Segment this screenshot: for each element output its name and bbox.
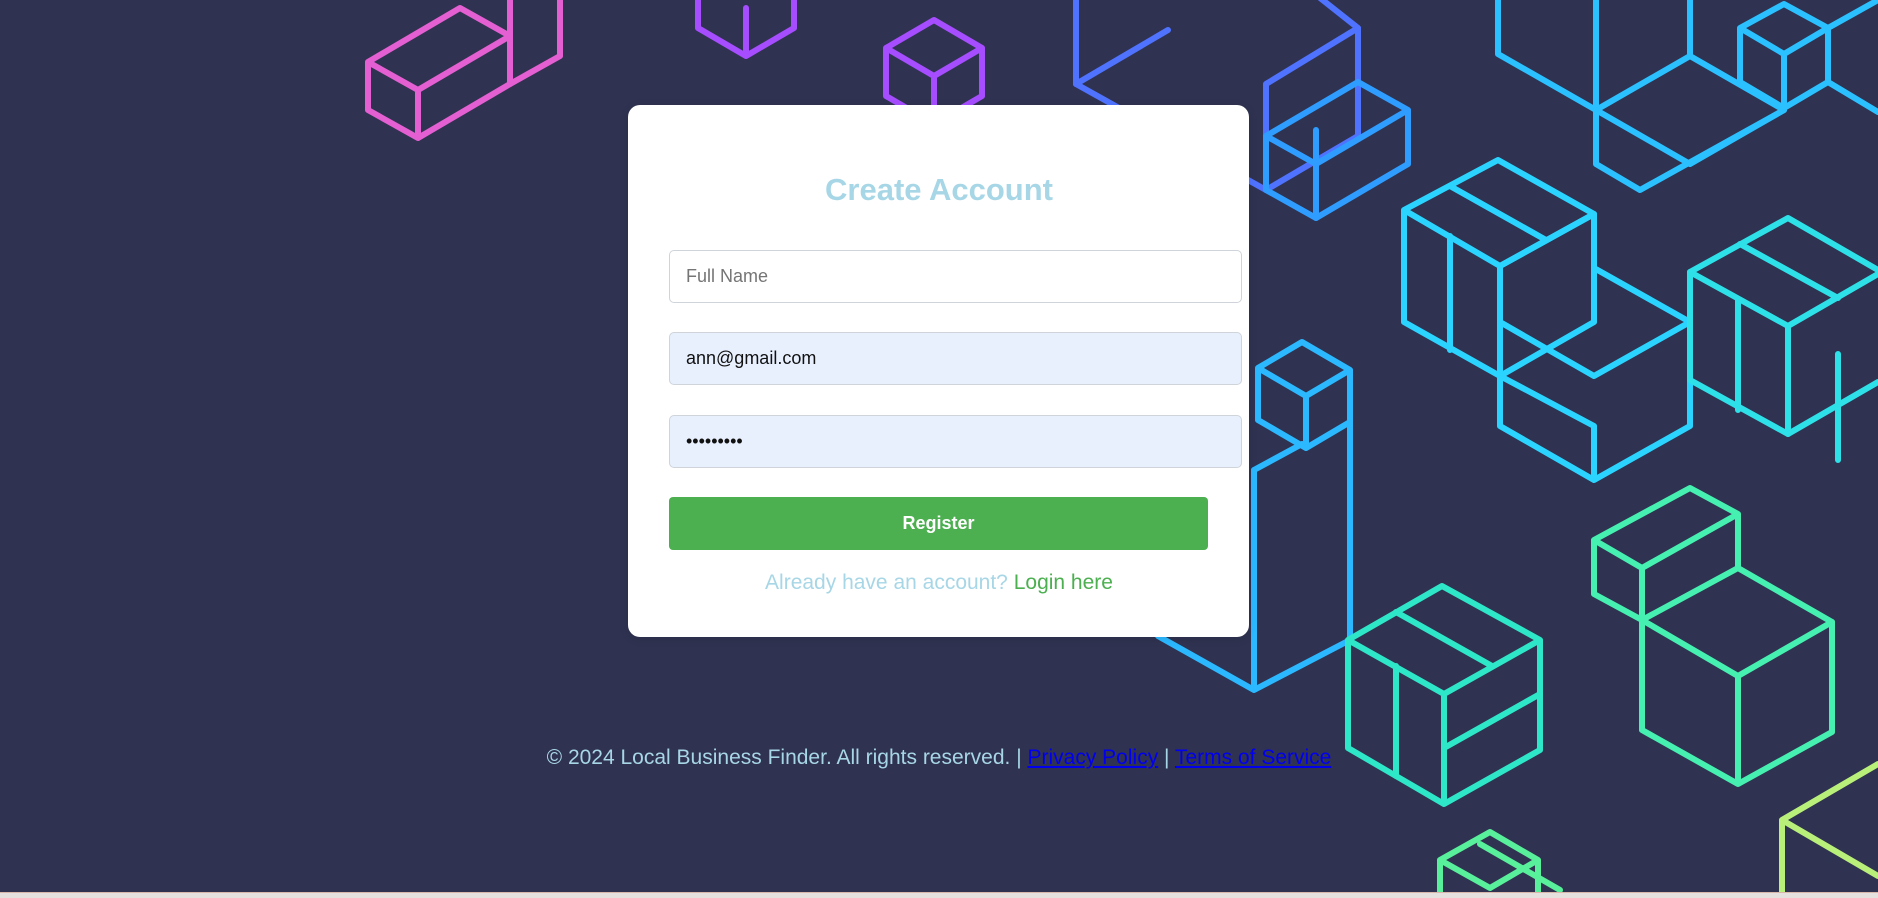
- register-button[interactable]: Register: [669, 497, 1208, 550]
- full-name-input[interactable]: [669, 250, 1242, 303]
- login-prompt-line: Already have an account? Login here: [0, 570, 1878, 596]
- password-input[interactable]: [669, 415, 1242, 468]
- footer-copyright: © 2024 Local Business Finder. All rights…: [546, 746, 1022, 769]
- footer-separator: |: [1164, 746, 1170, 769]
- email-input[interactable]: [669, 332, 1242, 385]
- page-title: Create Account: [825, 172, 1053, 207]
- privacy-policy-link[interactable]: Privacy Policy: [1028, 746, 1159, 769]
- login-prompt-text: Already have an account?: [765, 571, 1008, 594]
- login-link[interactable]: Login here: [1014, 571, 1113, 594]
- terms-of-service-link[interactable]: Terms of Service: [1175, 746, 1331, 769]
- footer: © 2024 Local Business Finder. All rights…: [0, 745, 1878, 771]
- window-bottom-edge: [0, 892, 1878, 898]
